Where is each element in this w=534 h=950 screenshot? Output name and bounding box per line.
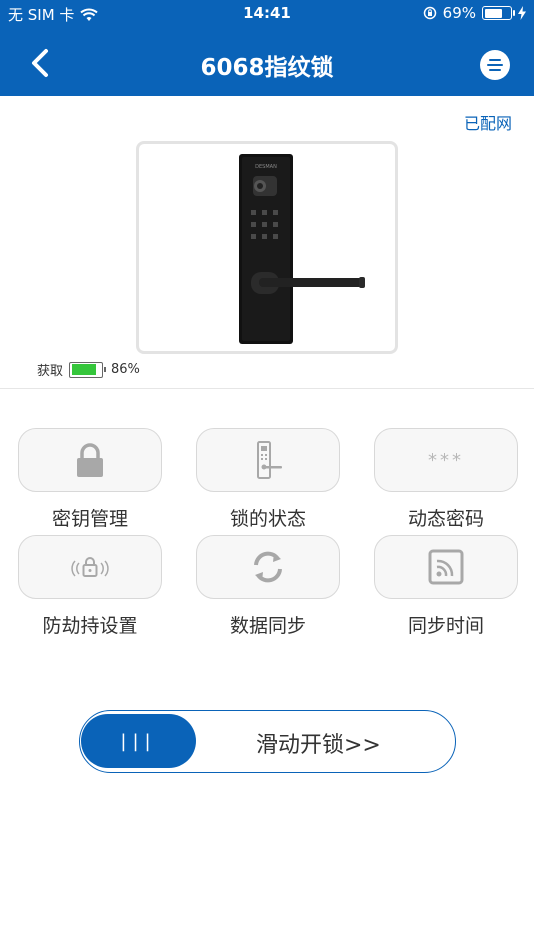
dynamic-password-button[interactable]: *** — [374, 428, 518, 492]
page-title: 6068指纹锁 — [200, 55, 334, 81]
lock-status-label: 锁的状态 — [229, 508, 306, 530]
nav-bar: 6068指纹锁 — [0, 28, 534, 96]
func-lock-status[interactable]: 锁的状态 — [196, 428, 340, 531]
func-anti-hijack[interactable]: 防劫持设置 — [18, 535, 162, 638]
lock-brand-text: DESMAN — [255, 164, 277, 170]
door-lock-illustration: DESMAN — [239, 154, 365, 344]
func-dynamic-password[interactable]: *** 动态密码 — [374, 428, 518, 531]
data-sync-button[interactable] — [196, 535, 340, 599]
divider — [0, 388, 534, 389]
orientation-lock-icon — [423, 6, 436, 20]
anti-hijack-button[interactable] — [18, 535, 162, 599]
battery-fetch-label: 获取 — [37, 364, 64, 379]
door-lock-icon — [257, 441, 282, 479]
func-sync-time[interactable]: 同步时间 — [374, 535, 518, 638]
battery-percent: 69% — [442, 4, 476, 22]
menu-icon[interactable] — [480, 50, 510, 80]
sync-time-button[interactable] — [374, 535, 518, 599]
product-image: DESMAN — [136, 141, 398, 354]
lock-signal-icon — [71, 557, 109, 577]
data-sync-label: 数据同步 — [229, 615, 306, 637]
slide-to-unlock[interactable]: ||| 滑动开锁>> — [79, 710, 456, 773]
anti-hijack-label: 防劫持设置 — [42, 615, 138, 637]
func-key-management[interactable]: 密钥管理 — [18, 428, 162, 531]
sync-time-label: 同步时间 — [407, 615, 484, 637]
asterisks-icon: *** — [428, 449, 464, 471]
sync-cast-icon — [428, 549, 464, 585]
dynamic-password-label: 动态密码 — [407, 508, 484, 530]
lock-battery-percent: 86% — [111, 362, 140, 377]
lock-battery-icon — [69, 361, 107, 378]
func-data-sync[interactable]: 数据同步 — [196, 535, 340, 638]
network-status-link[interactable]: 已配网 — [464, 110, 512, 134]
status-right: 69% — [423, 4, 526, 22]
charging-icon — [518, 6, 526, 20]
key-management-button[interactable] — [18, 428, 162, 492]
lock-battery-row: 获取 86% — [37, 360, 140, 379]
refresh-icon — [254, 551, 282, 583]
key-management-label: 密钥管理 — [51, 508, 128, 530]
slider-knob[interactable]: ||| — [81, 714, 196, 768]
battery-icon — [482, 6, 515, 20]
padlock-icon — [77, 443, 103, 477]
app-header: 无 SIM 卡 14:41 69% 6068指纹锁 — [0, 0, 534, 96]
status-bar: 无 SIM 卡 14:41 69% — [0, 0, 534, 28]
slide-to-unlock-label: 滑动开锁>> — [256, 733, 381, 758]
lock-status-button[interactable] — [196, 428, 340, 492]
